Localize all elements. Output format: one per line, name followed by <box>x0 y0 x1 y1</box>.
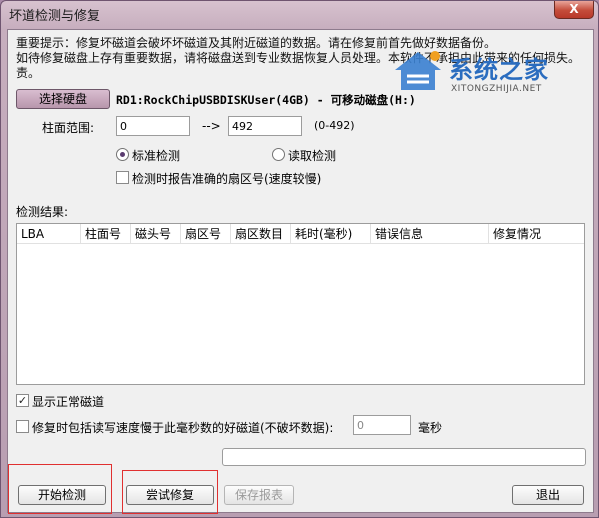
progress-bar <box>222 448 586 466</box>
dialog-body: 重要提示：修复坏磁道会破坏坏磁道及其附近磁道的数据。请在修复前首先做好数据备份。… <box>7 29 594 514</box>
standard-check-radio[interactable] <box>116 148 129 161</box>
standard-check-label: 标准检测 <box>132 149 181 163</box>
results-table[interactable]: LBA 柱面号 磁头号 扇区号 扇区数目 耗时(毫秒) 错误信息 修复情况 <box>16 223 585 385</box>
report-sector-checkbox[interactable] <box>116 171 129 184</box>
column-header[interactable]: 柱面号 <box>81 224 131 244</box>
results-label: 检测结果: <box>16 205 69 219</box>
window-title: 坏道检测与修复 <box>9 9 101 24</box>
column-header[interactable]: 磁头号 <box>131 224 181 244</box>
cylinder-from-input[interactable] <box>116 116 190 136</box>
repair-slow-label: 修复时包括读写速度慢于此毫秒数的好磁道(不破坏数据): <box>32 421 334 435</box>
title-bar: 坏道检测与修复 X <box>1 1 598 27</box>
watermark-text: 系统之家 <box>449 56 549 84</box>
show-normal-label: 显示正常磁道 <box>32 395 105 409</box>
column-header[interactable]: 耗时(毫秒) <box>291 224 371 244</box>
column-header[interactable]: 修复情况 <box>489 224 585 244</box>
cylinder-to-input[interactable] <box>228 116 302 136</box>
save-report-button[interactable]: 保存报表 <box>224 485 294 505</box>
column-header[interactable]: LBA <box>17 224 81 244</box>
selected-disk-label: RD1:RockChipUSBDISKUser(4GB) - 可移动磁盘(H:) <box>116 93 416 107</box>
column-header[interactable]: 扇区数目 <box>231 224 291 244</box>
report-sector-label: 检测时报告准确的扇区号(速度较慢) <box>132 172 322 186</box>
watermark-subtext: XITONGZHIJIA.NET <box>451 84 542 94</box>
slow-ms-input[interactable] <box>353 415 411 435</box>
exit-button[interactable]: 退出 <box>512 485 584 505</box>
cylinder-range-label: 柱面范围: <box>42 121 95 135</box>
read-check-radio[interactable] <box>272 148 285 161</box>
range-arrow: --> <box>202 119 221 133</box>
window: 坏道检测与修复 X 重要提示：修复坏磁道会破坏坏磁道及其附近磁道的数据。请在修复… <box>0 0 599 518</box>
column-header[interactable]: 扇区号 <box>181 224 231 244</box>
slow-ms-unit: 毫秒 <box>418 421 443 435</box>
highlight-start-box <box>8 464 112 514</box>
close-button[interactable]: X <box>554 1 594 19</box>
highlight-repair-box <box>122 470 218 514</box>
show-normal-checkbox[interactable]: ✓ <box>16 394 29 407</box>
house-logo-icon <box>395 51 441 90</box>
select-disk-button[interactable]: 选择硬盘 <box>16 89 110 109</box>
read-check-label: 读取检测 <box>288 149 337 163</box>
column-header[interactable]: 错误信息 <box>371 224 489 244</box>
repair-slow-checkbox[interactable] <box>16 420 29 433</box>
results-table-header: LBA 柱面号 磁头号 扇区号 扇区数目 耗时(毫秒) 错误信息 修复情况 <box>17 224 584 244</box>
cylinder-range-hint: (0-492) <box>314 119 355 132</box>
